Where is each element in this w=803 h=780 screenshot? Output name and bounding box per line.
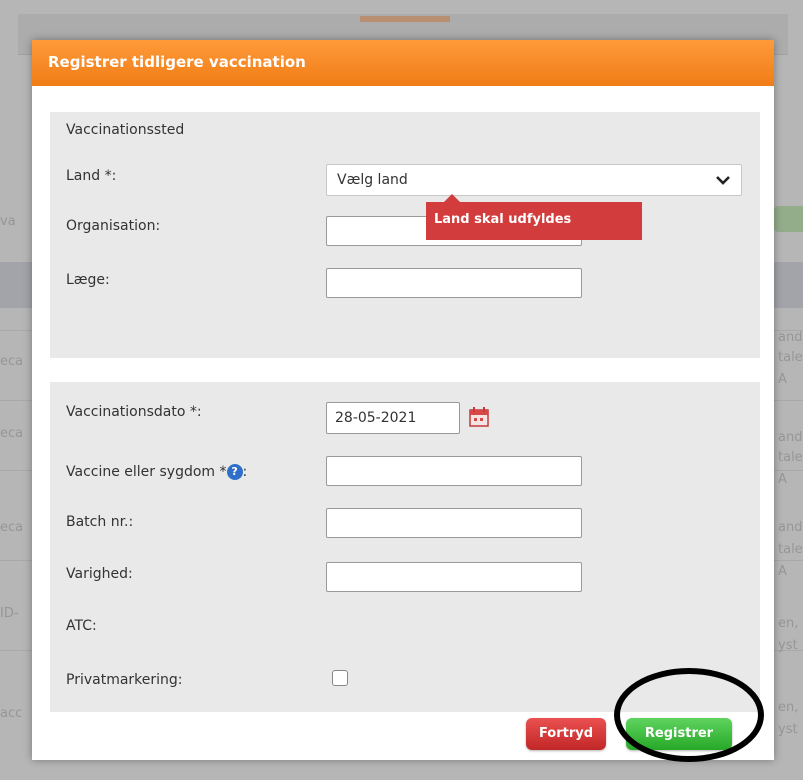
laege-label: Læge: — [66, 272, 110, 288]
calendar-icon[interactable] — [468, 406, 490, 428]
duration-label: Varighed: — [66, 566, 133, 582]
land-error-text: Land skal udfyldes — [434, 212, 572, 227]
duration-field[interactable] — [326, 562, 582, 592]
vaccine-label-suffix: : — [242, 464, 248, 480]
laege-field[interactable] — [326, 268, 582, 298]
atc-label: ATC: — [66, 618, 97, 634]
vaccination-date-field[interactable]: 28-05-2021 — [326, 402, 460, 434]
dialog-header: Registrer tidligere vaccination — [32, 40, 774, 86]
vaccination-details-section: Vaccinationsdato *: 28-05-2021 Vaccine e… — [50, 382, 760, 712]
cancel-button[interactable]: Fortryd — [526, 718, 606, 750]
land-error-tooltip: Land skal udfyldes — [426, 194, 642, 240]
land-select-value: Vælg land — [337, 172, 408, 188]
batch-label: Batch nr.: — [66, 514, 134, 530]
section-title: Vaccinationssted — [66, 122, 185, 138]
vaccine-label-text: Vaccine eller sygdom * — [66, 464, 227, 480]
batch-field[interactable] — [326, 508, 582, 538]
vaccine-label: Vaccine eller sygdom *?: — [66, 464, 247, 480]
dialog-title: Registrer tidligere vaccination — [48, 53, 306, 71]
organisation-label: Organisation: — [66, 218, 161, 234]
land-label: Land *: — [66, 168, 117, 184]
vaccination-place-section: Vaccinationssted Land *: Vælg land Organ… — [50, 112, 760, 358]
date-label: Vaccinationsdato *: — [66, 404, 202, 420]
vaccine-field[interactable] — [326, 456, 582, 486]
private-checkbox[interactable] — [332, 670, 348, 686]
date-value: 28-05-2021 — [335, 410, 417, 426]
private-label: Privatmarkering: — [66, 672, 183, 688]
chevron-down-icon — [716, 176, 730, 185]
highlight-circle — [614, 668, 764, 762]
help-icon[interactable]: ? — [226, 464, 243, 480]
register-vaccination-dialog: Registrer tidligere vaccination Vaccinat… — [32, 40, 774, 760]
land-select[interactable]: Vælg land — [326, 164, 742, 196]
